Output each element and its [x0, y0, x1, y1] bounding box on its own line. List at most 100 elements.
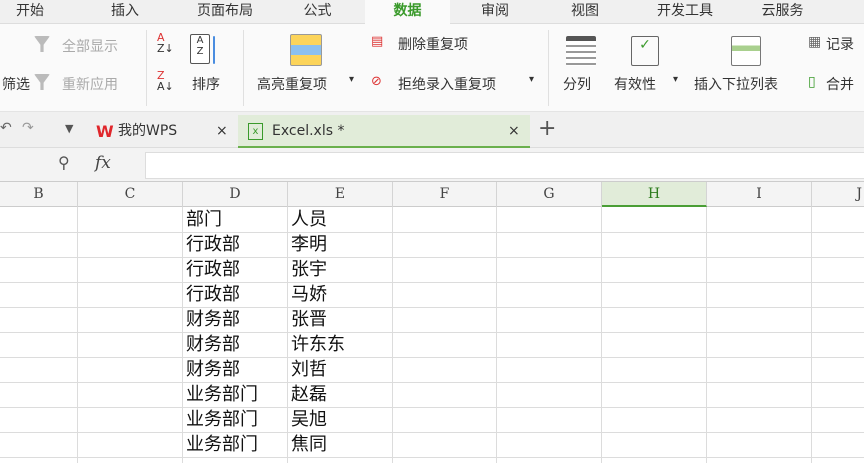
sort-asc-icon[interactable]: A Z↓	[157, 32, 174, 54]
redo-icon[interactable]: ↷	[22, 120, 34, 136]
close-icon[interactable]: ×	[508, 115, 520, 148]
gridline	[77, 207, 78, 463]
menu-bar: 开始 插入 页面布局 公式 数据 审阅 视图 开发工具 云服务	[0, 0, 864, 25]
gridline	[0, 307, 864, 308]
tab-excel-file[interactable]: x Excel.xls * ×	[238, 115, 530, 148]
dropdown-arrow-icon[interactable]: ▾	[529, 74, 534, 85]
cell-e6[interactable]: 许东东	[288, 332, 345, 357]
reject-duplicates-button[interactable]: 拒绝录入重复项	[398, 74, 496, 94]
delete-duplicates-button[interactable]: 删除重复项	[398, 34, 468, 54]
validity-button[interactable]: 有效性	[614, 74, 656, 94]
column-header-f[interactable]: F	[393, 182, 497, 207]
cell-d1[interactable]: 部门	[183, 207, 222, 232]
gridline	[392, 207, 393, 463]
arrow-down-icon	[213, 36, 215, 64]
menu-tab-8[interactable]: 云服务	[745, 0, 820, 24]
tab-my-wps[interactable]: W 我的WPS ×	[88, 115, 236, 148]
dropdown-arrow-icon[interactable]: ▾	[673, 74, 678, 85]
cell-e7[interactable]: 刘哲	[288, 357, 327, 382]
gridline	[0, 357, 864, 358]
cell-e10[interactable]: 焦同	[288, 432, 327, 457]
cell-d9[interactable]: 业务部门	[183, 407, 258, 432]
gridline	[601, 207, 602, 463]
dropdown-arrow-icon[interactable]: ▾	[349, 74, 354, 85]
sort-az-icon[interactable]: AZ	[190, 34, 210, 64]
wps-logo-icon: W	[96, 122, 114, 141]
reject-duplicates-icon: ⊘	[371, 74, 382, 89]
column-header-i[interactable]: I	[707, 182, 812, 207]
delete-duplicates-icon: ▤	[371, 34, 384, 49]
column-header-h[interactable]: H	[602, 182, 707, 207]
gridline	[706, 207, 707, 463]
filter-button[interactable]: 筛选	[2, 74, 30, 94]
cell-e4[interactable]: 马娇	[288, 282, 327, 307]
ribbon: 全部显示 筛选 重新应用 A Z↓ AZ Z A↓ 排序 高亮重复项 ▾ ▤ 删除重…	[0, 24, 864, 112]
split-column-icon[interactable]	[566, 36, 596, 66]
cell-d5[interactable]: 财务部	[183, 307, 240, 332]
close-icon[interactable]: ×	[216, 115, 228, 148]
column-header-j[interactable]: J	[812, 182, 864, 207]
column-header-e[interactable]: E	[288, 182, 393, 207]
menu-tab-2[interactable]: 页面布局	[180, 0, 270, 24]
cell-e8[interactable]: 赵磊	[288, 382, 327, 407]
undo-icon[interactable]: ↶	[0, 120, 12, 136]
menu-tab-4[interactable]: 数据	[365, 0, 450, 25]
cell-d3[interactable]: 行政部	[183, 257, 240, 282]
gridline	[0, 407, 864, 408]
menu-tab-7[interactable]: 开发工具	[635, 0, 735, 24]
tab-label: 我的WPS	[118, 123, 178, 139]
gridline	[0, 232, 864, 233]
gridline	[0, 432, 864, 433]
column-header-b[interactable]: B	[0, 182, 78, 207]
menu-tab-1[interactable]: 插入	[95, 0, 155, 24]
cell-d7[interactable]: 财务部	[183, 357, 240, 382]
merge-button[interactable]: 合并	[826, 74, 854, 94]
cell-d8[interactable]: 业务部门	[183, 382, 258, 407]
sort-desc-icon[interactable]: Z A↓	[157, 70, 174, 92]
highlight-grid-icon[interactable]	[290, 34, 322, 66]
validity-icon[interactable]: ✓	[631, 36, 659, 66]
highlight-duplicates-button[interactable]: 高亮重复项	[257, 74, 327, 94]
split-column-button[interactable]: 分列	[563, 74, 591, 94]
gridline	[496, 207, 497, 463]
gridline	[811, 207, 812, 463]
menu-tab-5[interactable]: 审阅	[455, 0, 535, 24]
column-header-d[interactable]: D	[183, 182, 288, 207]
gridline	[0, 257, 864, 258]
tab-label: Excel.xls *	[272, 123, 345, 139]
cell-d4[interactable]: 行政部	[183, 282, 240, 307]
fx-icon[interactable]: fx	[95, 153, 111, 173]
cell-e1[interactable]: 人员	[288, 207, 327, 232]
cell-d10[interactable]: 业务部门	[183, 432, 258, 457]
zoom-search-icon[interactable]: ⚲	[58, 153, 70, 172]
record-icon: ▦	[808, 34, 822, 50]
cell-e2[interactable]: 李明	[288, 232, 327, 257]
dropdown-list-icon[interactable]	[731, 36, 761, 66]
reapply-button[interactable]: 重新应用	[62, 74, 118, 94]
formula-input[interactable]	[145, 152, 864, 179]
menu-tab-0[interactable]: 开始	[0, 0, 60, 24]
cell-d6[interactable]: 财务部	[183, 332, 240, 357]
record-button[interactable]: 记录	[826, 34, 854, 54]
excel-file-icon: x	[248, 123, 263, 140]
menu-tab-3[interactable]: 公式	[285, 0, 350, 24]
cell-e9[interactable]: 吴旭	[288, 407, 327, 432]
funnel-icon	[34, 36, 50, 52]
tab-menu-arrow-icon[interactable]: ▼	[65, 122, 73, 135]
new-tab-button[interactable]: +	[538, 116, 556, 141]
column-header-g[interactable]: G	[497, 182, 602, 207]
gridline	[0, 282, 864, 283]
cell-e3[interactable]: 张宇	[288, 257, 327, 282]
column-header-c[interactable]: C	[78, 182, 183, 207]
gridline	[0, 332, 864, 333]
spreadsheet-grid[interactable]: 部门 人员 行政部 李明 行政部 张宇 行政部 马娇 财务部 张晋 财务部 许东东 财务部 刘哲 业务部门赵…	[0, 207, 864, 463]
gridline	[0, 382, 864, 383]
insert-dropdown-button[interactable]: 插入下拉列表	[694, 74, 778, 94]
document-tabs: ↶ ↷ ▼ W 我的WPS × x Excel.xls * × +	[0, 112, 864, 148]
cell-d2[interactable]: 行政部	[183, 232, 240, 257]
funnel-icon	[34, 74, 50, 90]
show-all-button[interactable]: 全部显示	[62, 36, 118, 56]
sort-button[interactable]: 排序	[192, 74, 220, 94]
menu-tab-6[interactable]: 视图	[545, 0, 625, 24]
cell-e5[interactable]: 张晋	[288, 307, 327, 332]
